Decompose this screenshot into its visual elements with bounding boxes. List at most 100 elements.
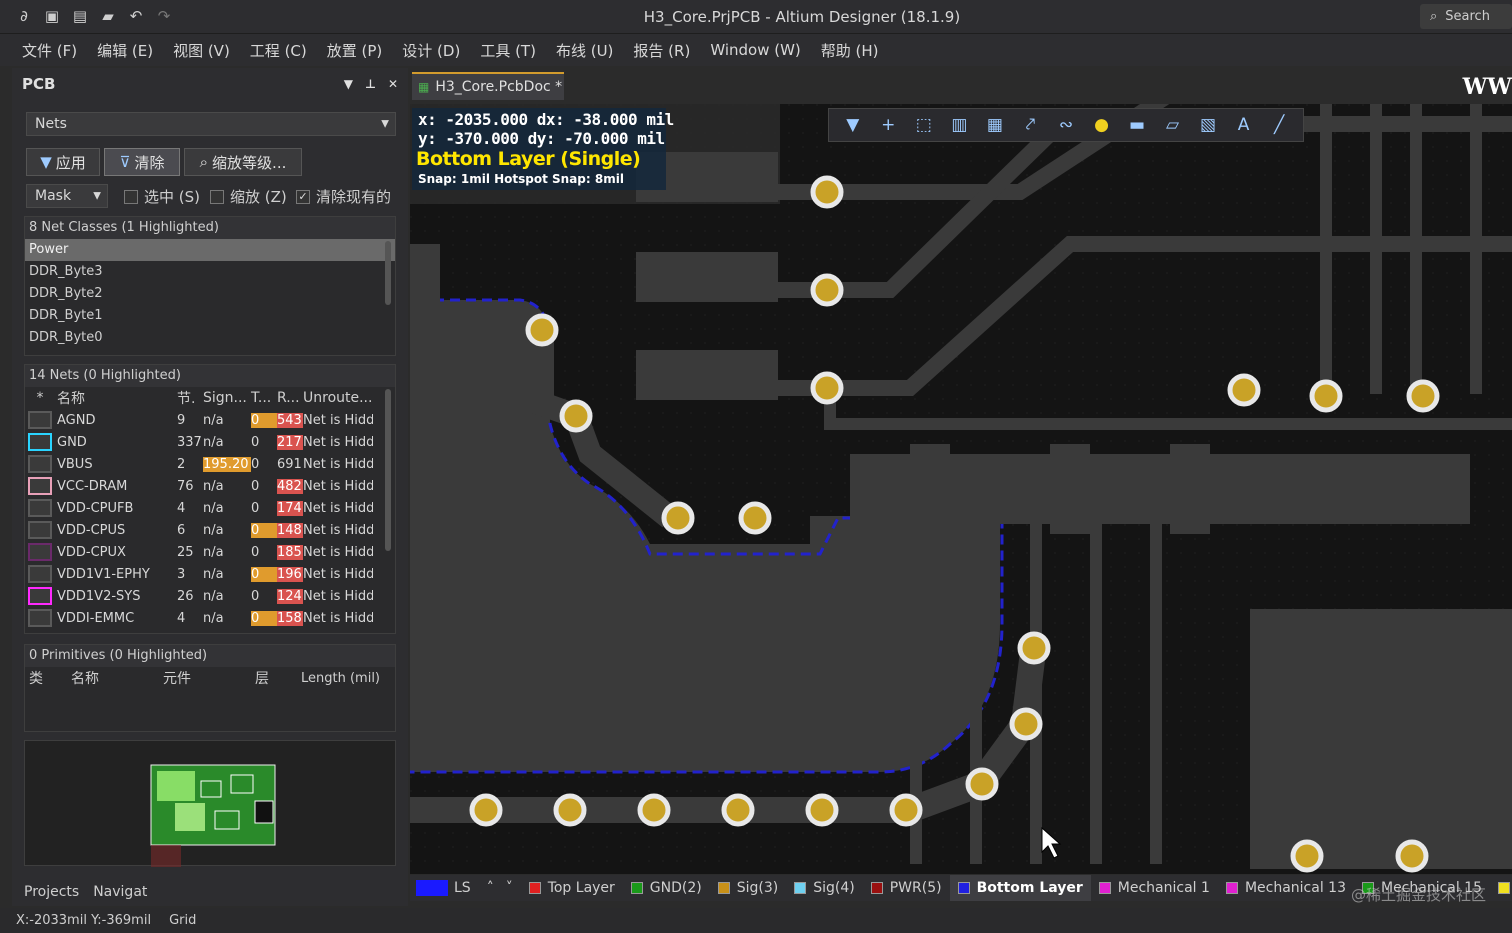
apply-button[interactable]: ▼ 应用 bbox=[26, 148, 100, 176]
mask-select[interactable]: Mask ▼ bbox=[26, 184, 108, 208]
clear-existing-checkbox[interactable]: ✓ 清除现有的 bbox=[296, 186, 391, 207]
via-icon[interactable]: ● bbox=[1088, 112, 1114, 138]
net-color-swatch[interactable] bbox=[25, 411, 55, 429]
select-checkbox[interactable]: 选中 (S) bbox=[124, 186, 200, 207]
net-row[interactable]: VDD1V2-SYS 26 n/a 0 124 Net is Hidden bbox=[25, 585, 395, 607]
pin-icon[interactable]: ⊥ bbox=[365, 77, 376, 91]
search-box[interactable]: ⌕ Search bbox=[1420, 4, 1512, 29]
col-length[interactable]: Length (mil) bbox=[301, 671, 391, 686]
scrollbar[interactable] bbox=[385, 241, 391, 305]
menu-tools[interactable]: 工具 (T) bbox=[480, 40, 536, 61]
col-unrouted[interactable]: Unroute... bbox=[303, 390, 373, 406]
close-icon[interactable]: ✕ bbox=[388, 77, 398, 91]
keepout-icon[interactable]: ▧ bbox=[1195, 112, 1221, 138]
net-color-swatch[interactable] bbox=[25, 587, 55, 605]
layer-tab[interactable]: Mechanical 13 bbox=[1218, 875, 1354, 901]
net-color-swatch[interactable] bbox=[25, 521, 55, 539]
col-name[interactable]: 名称 bbox=[55, 388, 177, 408]
board-preview[interactable] bbox=[24, 740, 396, 867]
scrollbar[interactable] bbox=[385, 389, 391, 551]
net-row[interactable]: GND 337 n/a 0 217 Net is Hidden bbox=[25, 431, 395, 453]
tab-navigator[interactable]: Navigat bbox=[93, 884, 147, 900]
net-row[interactable]: VBUS 2 195.20 0 691 Net is Hidden bbox=[25, 453, 395, 475]
panel-menu-icon[interactable]: ▼ bbox=[344, 77, 353, 91]
menu-edit[interactable]: 编辑 (E) bbox=[97, 40, 153, 61]
net-row[interactable]: VDD1V1-EPHY 3 n/a 0 196 Net is Hidden bbox=[25, 563, 395, 585]
menu-project[interactable]: 工程 (C) bbox=[250, 40, 307, 61]
net-row[interactable]: VDDI-EMMC 4 n/a 0 158 Net is Hidden bbox=[25, 607, 395, 629]
net-r: 158 bbox=[277, 610, 303, 626]
select-rect-icon[interactable]: ⬚ bbox=[911, 112, 937, 138]
menu-route[interactable]: 布线 (U) bbox=[556, 40, 613, 61]
nets-header: 14 Nets (0 Highlighted) bbox=[25, 365, 395, 387]
net-color-swatch[interactable] bbox=[25, 609, 55, 627]
menu-view[interactable]: 视图 (V) bbox=[173, 40, 230, 61]
col-type[interactable]: 类 bbox=[25, 668, 71, 688]
net-color-swatch[interactable] bbox=[25, 477, 55, 495]
col-component[interactable]: 元件 bbox=[163, 668, 255, 688]
text-icon[interactable]: A bbox=[1231, 112, 1257, 138]
chevron-up-icon[interactable]: ˄ bbox=[487, 880, 494, 896]
net-row[interactable]: VDD-CPUFB 4 n/a 0 174 Net is Hidden bbox=[25, 497, 395, 519]
polygon-icon[interactable]: ▱ bbox=[1160, 112, 1186, 138]
pcb-canvas[interactable] bbox=[410, 104, 1512, 874]
net-color-swatch[interactable] bbox=[25, 565, 55, 583]
crosshair-icon[interactable]: + bbox=[875, 112, 901, 138]
align-icon[interactable]: ▥ bbox=[946, 112, 972, 138]
layer-tab[interactable]: GND(2) bbox=[623, 875, 710, 901]
net-unrouted: Net is Hidden bbox=[303, 588, 373, 604]
net-class-item[interactable]: DDR_Byte0 bbox=[25, 327, 395, 349]
col-name[interactable]: 名称 bbox=[71, 668, 163, 688]
menu-help[interactable]: 帮助 (H) bbox=[821, 40, 879, 61]
mode-select[interactable]: Nets ▼ bbox=[26, 112, 396, 136]
layer-tab[interactable]: PWR(5) bbox=[863, 875, 950, 901]
net-r: 185 bbox=[277, 544, 303, 560]
document-tab-label: H3_Core.PcbDoc * bbox=[435, 79, 563, 95]
layer-tab[interactable]: Bottom Layer bbox=[949, 875, 1091, 901]
menu-design[interactable]: 设计 (D) bbox=[402, 40, 460, 61]
layer-tab[interactable]: Top Layer bbox=[521, 875, 623, 901]
net-row[interactable]: VDD-CPUX 25 n/a 0 185 Net is Hidden bbox=[25, 541, 395, 563]
component-icon[interactable]: ▦ bbox=[982, 112, 1008, 138]
line-icon[interactable]: ╱ bbox=[1266, 112, 1292, 138]
net-class-item[interactable]: DDR_Byte2 bbox=[25, 283, 395, 305]
net-row[interactable]: AGND 9 n/a 0 543 Net is Hidden bbox=[25, 409, 395, 431]
menu-window[interactable]: Window (W) bbox=[710, 41, 800, 59]
net-class-item[interactable]: DDR_Byte1 bbox=[25, 305, 395, 327]
layer-tab[interactable]: Sig(3) bbox=[710, 875, 787, 901]
col-star[interactable]: * bbox=[25, 390, 55, 406]
chevron-down-icon[interactable]: ˅ bbox=[506, 880, 513, 896]
route-icon[interactable]: ⤤ bbox=[1017, 112, 1043, 138]
layer-tab-label: GND(2) bbox=[649, 880, 702, 896]
layer-tab[interactable]: Top bbox=[1490, 875, 1512, 901]
col-signal[interactable]: Sign... bbox=[203, 390, 251, 406]
primitives-column-headers: 类 名称 元件 层 Length (mil) bbox=[25, 667, 395, 689]
document-tab[interactable]: ▦ H3_Core.PcbDoc * bbox=[412, 72, 564, 100]
menu-file[interactable]: 文件 (F) bbox=[22, 40, 77, 61]
filter-icon[interactable]: ▼ bbox=[840, 112, 866, 138]
col-r[interactable]: R... bbox=[277, 390, 303, 406]
net-color-swatch[interactable] bbox=[25, 455, 55, 473]
menu-place[interactable]: 放置 (P) bbox=[327, 40, 383, 61]
layer-set-selector[interactable]: LS ˄ ˅ bbox=[410, 880, 513, 896]
tab-projects[interactable]: Projects bbox=[24, 884, 79, 900]
zoom-checkbox[interactable]: 缩放 (Z) bbox=[210, 186, 287, 207]
net-color-swatch[interactable] bbox=[25, 543, 55, 561]
layer-tab[interactable]: Sig(4) bbox=[786, 875, 863, 901]
menu-reports[interactable]: 报告 (R) bbox=[633, 40, 690, 61]
clear-button[interactable]: ⊽ 清除 bbox=[104, 148, 180, 176]
net-color-swatch[interactable] bbox=[25, 499, 55, 517]
net-t: 0 bbox=[251, 434, 260, 450]
net-color-swatch[interactable] bbox=[25, 433, 55, 451]
net-class-item[interactable]: Power bbox=[25, 239, 395, 261]
col-layer[interactable]: 层 bbox=[255, 668, 301, 688]
diff-pair-icon[interactable]: ∾ bbox=[1053, 112, 1079, 138]
net-row[interactable]: VCC-DRAM 76 n/a 0 482 Net is Hidden bbox=[25, 475, 395, 497]
fill-icon[interactable]: ▬ bbox=[1124, 112, 1150, 138]
zoom-level-button[interactable]: ⌕ 缩放等级... bbox=[184, 148, 302, 176]
col-t[interactable]: T... bbox=[251, 390, 277, 406]
col-nodes[interactable]: 节. bbox=[177, 388, 203, 408]
net-row[interactable]: VDD-CPUS 6 n/a 0 148 Net is Hidden bbox=[25, 519, 395, 541]
layer-tab[interactable]: Mechanical 1 bbox=[1091, 875, 1218, 901]
net-class-item[interactable]: DDR_Byte3 bbox=[25, 261, 395, 283]
